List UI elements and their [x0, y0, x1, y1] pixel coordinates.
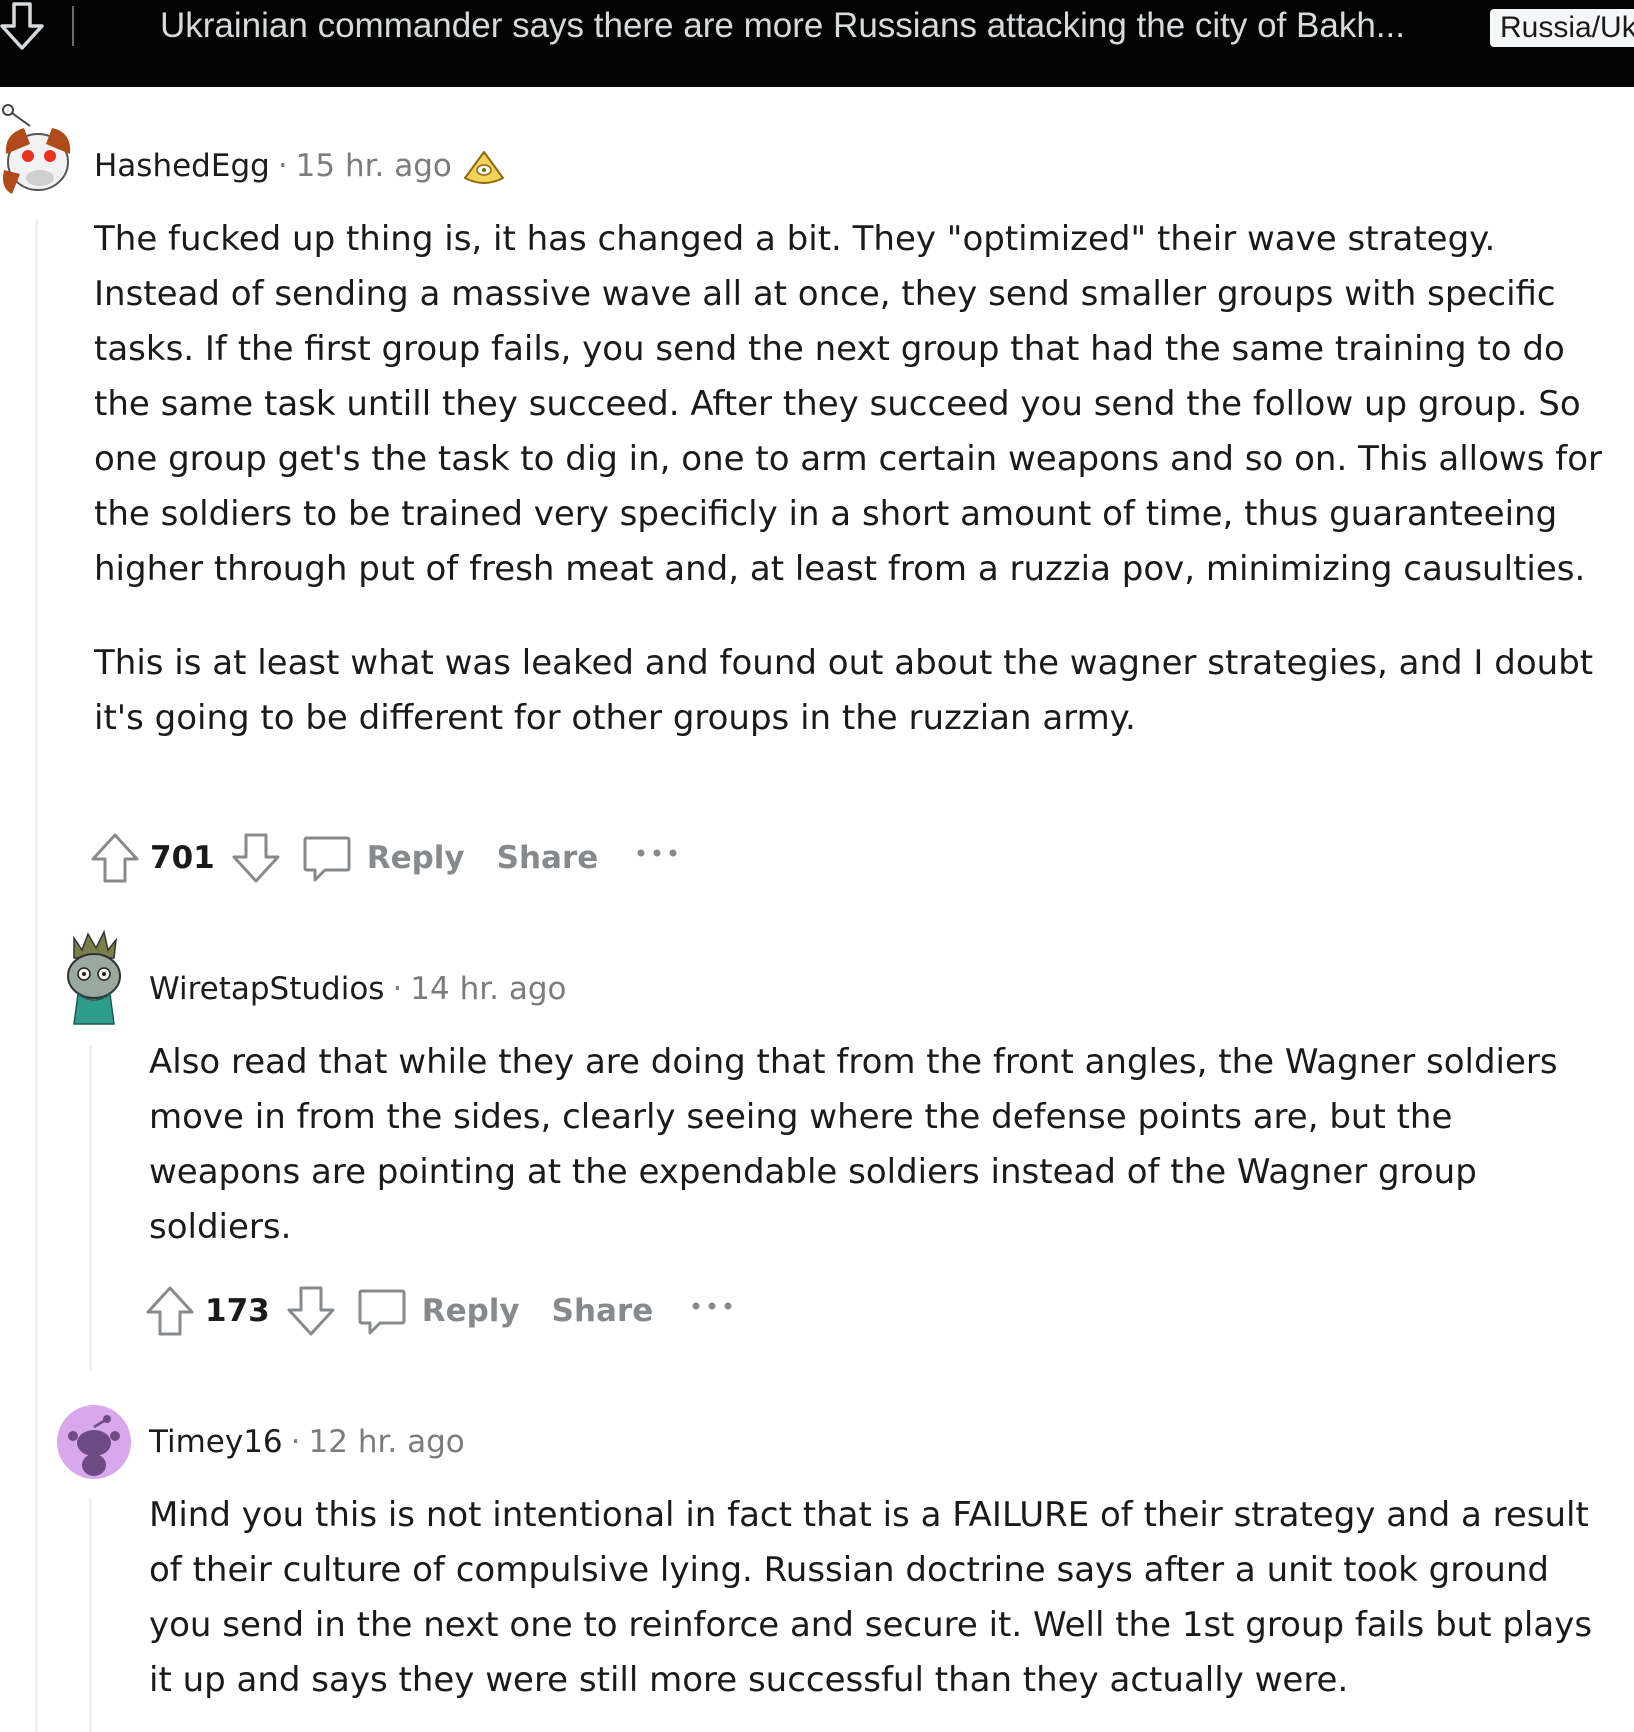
post-title[interactable]: Ukrainian commander says there are more … [160, 4, 1470, 48]
post-header-bar: Ukrainian commander says there are more … [0, 0, 1634, 87]
comment-actions: 173 Reply Share [145, 1281, 735, 1341]
award-icon[interactable] [462, 148, 506, 188]
comment-author[interactable]: Timey16 [149, 1424, 283, 1460]
meta-separator: · [290, 1424, 301, 1460]
upvote-icon[interactable] [145, 1285, 195, 1337]
comment-meta: Timey16 · 12 hr. ago [149, 1420, 465, 1464]
thread-line[interactable] [89, 1498, 92, 1732]
comment-timestamp[interactable]: 14 hr. ago [410, 971, 566, 1007]
comment-meta: WiretapStudios · 14 hr. ago [149, 967, 567, 1011]
comment-timestamp[interactable]: 15 hr. ago [296, 148, 452, 184]
thread-line[interactable] [35, 220, 38, 1732]
vote-score: 173 [205, 1293, 270, 1329]
comment-meta: HashedEgg · 15 hr. ago [94, 144, 506, 188]
comment-author[interactable]: HashedEgg [94, 148, 270, 184]
ellipsis-icon[interactable] [689, 1296, 735, 1316]
reply-button[interactable]: Reply [367, 840, 465, 876]
comment-paragraph: Mind you this is not intentional in fact… [149, 1495, 1593, 1700]
thread-line[interactable] [89, 1045, 92, 1370]
downvote-icon[interactable] [286, 1285, 336, 1337]
meta-separator: · [277, 148, 288, 184]
speech-bubble-icon[interactable] [356, 1285, 408, 1337]
post-flair[interactable]: Russia/Ukraine [1490, 9, 1634, 47]
comment-actions: 701 Reply Share [90, 828, 680, 888]
comment-body: Also read that while they are doing that… [149, 1035, 1609, 1255]
upvote-icon[interactable] [90, 832, 140, 884]
comment-body: The fucked up thing is, it has changed a… [94, 212, 1616, 746]
comment-body: Mind you this is not intentional in fact… [149, 1488, 1609, 1708]
downvote-post-icon[interactable] [0, 2, 50, 52]
reply-button[interactable]: Reply [422, 1293, 520, 1329]
comment-paragraph: The fucked up thing is, it has changed a… [94, 219, 1602, 589]
share-button[interactable]: Share [552, 1293, 654, 1329]
avatar[interactable] [0, 104, 76, 200]
share-button[interactable]: Share [497, 840, 599, 876]
speech-bubble-icon[interactable] [301, 832, 353, 884]
comment-paragraph: This is at least what was leaked and fou… [94, 643, 1594, 738]
comment-paragraph: Also read that while they are doing that… [149, 1042, 1558, 1247]
avatar[interactable] [56, 928, 132, 1028]
vote-score: 701 [150, 840, 215, 876]
meta-separator: · [392, 971, 403, 1007]
comment-author[interactable]: WiretapStudios [149, 971, 384, 1007]
ellipsis-icon[interactable] [634, 843, 680, 863]
comment-timestamp[interactable]: 12 hr. ago [309, 1424, 465, 1460]
avatar[interactable] [57, 1405, 131, 1479]
downvote-icon[interactable] [231, 832, 281, 884]
header-divider [72, 6, 74, 46]
